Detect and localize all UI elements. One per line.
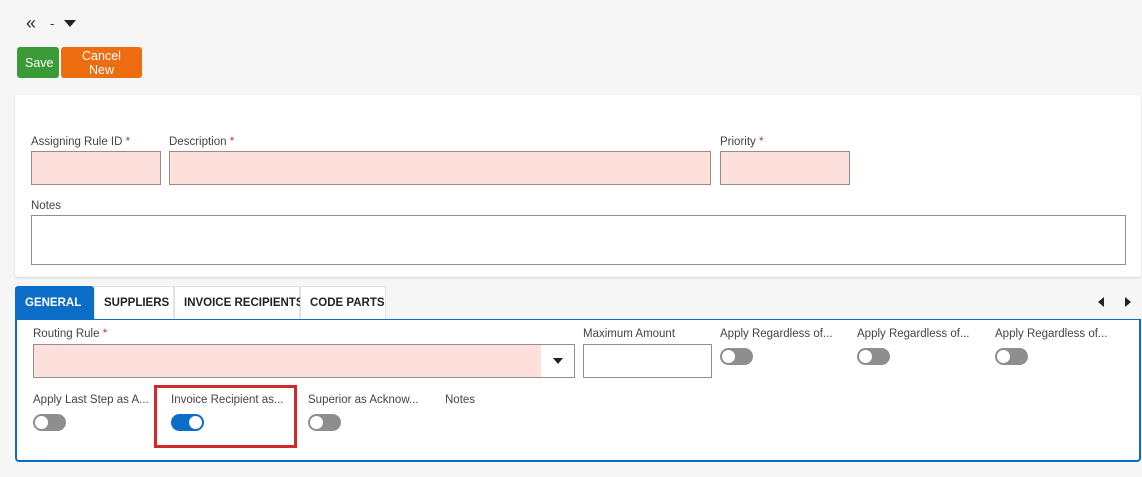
apply-last-step-toggle[interactable] xyxy=(33,414,66,431)
routing-rule-select[interactable] xyxy=(33,344,575,378)
description-label: Description * xyxy=(169,136,235,148)
save-button[interactable]: Save xyxy=(17,47,59,78)
description-input[interactable] xyxy=(169,151,711,185)
general-notes-label: Notes xyxy=(445,394,476,406)
caret-down-icon xyxy=(552,358,563,364)
priority-input[interactable] xyxy=(720,151,850,185)
apply-regardless-2-label: Apply Regardless of... xyxy=(857,328,970,340)
double-chevron-left-icon[interactable]: « xyxy=(26,14,36,32)
record-title: - xyxy=(50,15,55,31)
tab-code-parts[interactable]: CODE PARTS xyxy=(300,286,386,319)
priority-label: Priority * xyxy=(720,136,764,148)
tab-scroll-right-icon[interactable] xyxy=(1125,297,1131,307)
assigning-rule-id-input[interactable] xyxy=(31,151,161,185)
apply-regardless-2-toggle[interactable] xyxy=(857,348,890,365)
main-form-card: Assigning Rule ID * Description * Priori… xyxy=(15,95,1141,277)
superior-ack-label: Superior as Acknow... xyxy=(308,394,419,406)
apply-regardless-1-toggle[interactable] xyxy=(720,348,753,365)
maximum-amount-input[interactable] xyxy=(583,344,712,378)
apply-last-step-label: Apply Last Step as A... xyxy=(33,394,149,406)
routing-rule-label: Routing Rule * xyxy=(33,328,108,340)
tab-suppliers[interactable]: SUPPLIERS xyxy=(94,286,174,319)
toggle-knob xyxy=(859,350,872,363)
toggle-knob xyxy=(35,416,48,429)
caret-down-icon[interactable] xyxy=(64,19,77,27)
apply-regardless-1-label: Apply Regardless of... xyxy=(720,328,833,340)
apply-regardless-3-toggle[interactable] xyxy=(995,348,1028,365)
assigning-rule-id-label: Assigning Rule ID * xyxy=(31,136,131,148)
superior-ack-toggle[interactable] xyxy=(308,414,341,431)
toggle-knob xyxy=(997,350,1010,363)
highlight-box xyxy=(154,385,297,448)
toggle-knob xyxy=(722,350,735,363)
apply-regardless-3-label: Apply Regardless of... xyxy=(995,328,1108,340)
tab-scroll-left-icon[interactable] xyxy=(1098,297,1104,307)
toggle-knob xyxy=(310,416,323,429)
notes-label: Notes xyxy=(31,200,62,212)
tab-invoice-recipients[interactable]: INVOICE RECIPIENTS xyxy=(174,286,304,319)
routing-rule-dropdown-button[interactable] xyxy=(541,345,574,377)
maximum-amount-label: Maximum Amount xyxy=(583,328,676,340)
page-header: « - xyxy=(26,13,77,33)
tab-general[interactable]: GENERAL xyxy=(15,286,94,319)
notes-textarea[interactable] xyxy=(31,215,1126,265)
tab-bar: GENERAL SUPPLIERS INVOICE RECIPIENTS COD… xyxy=(15,286,386,319)
cancel-new-button[interactable]: Cancel New xyxy=(61,47,142,78)
